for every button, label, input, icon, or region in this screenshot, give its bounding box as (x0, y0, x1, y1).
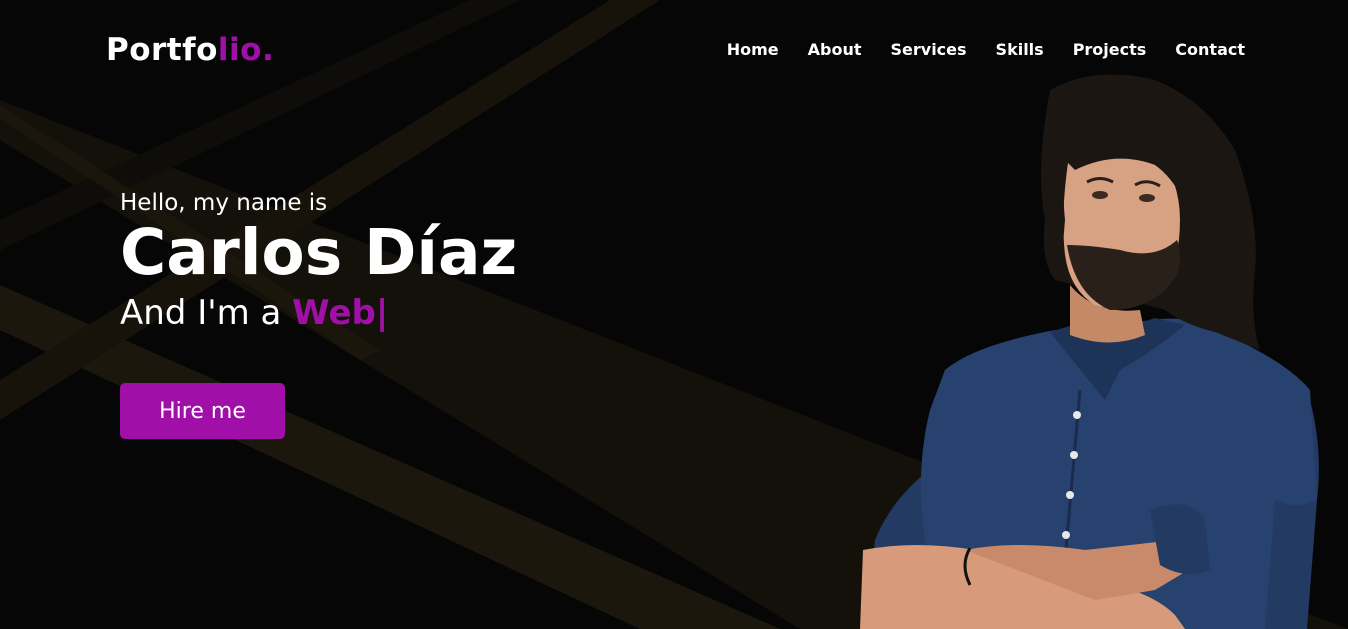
logo-accent: lio. (217, 32, 275, 68)
nav-link-projects[interactable]: Projects (1073, 40, 1147, 59)
nav-link-skills[interactable]: Skills (996, 40, 1044, 59)
nav-link-services[interactable]: Services (891, 40, 967, 59)
nav-link-home[interactable]: Home (727, 40, 779, 59)
nav-item-skills: Skills (996, 40, 1044, 59)
hero-role-typed: Web| (292, 293, 389, 334)
nav-menu: Home About Services Skills Projects Cont… (698, 40, 1245, 59)
hero-greeting: Hello, my name is (120, 190, 328, 216)
nav-item-home: Home (727, 40, 779, 59)
nav-item-contact: Contact (1175, 40, 1245, 59)
nav-link-about[interactable]: About (808, 40, 862, 59)
nav-link-contact[interactable]: Contact (1175, 40, 1245, 59)
hero-section: Hello, my name is Carlos Díaz And I'm a … (120, 190, 518, 439)
nav-item-projects: Projects (1073, 40, 1147, 59)
logo-link[interactable]: Portfolio. (106, 32, 274, 68)
hero-role: And I'm a Web| (120, 293, 517, 333)
hero-role-prefix: And I'm a (120, 293, 293, 334)
hero-name: Carlos Díaz (120, 216, 518, 289)
nav-item-services: Services (891, 40, 967, 59)
person-photo-icon (860, 74, 1319, 629)
logo-main: Portfo (106, 32, 218, 68)
navbar: Portfolio. Home About Services Skills Pr… (0, 0, 1348, 100)
nav-item-about: About (808, 40, 862, 59)
hire-me-button[interactable]: Hire me (120, 383, 285, 439)
